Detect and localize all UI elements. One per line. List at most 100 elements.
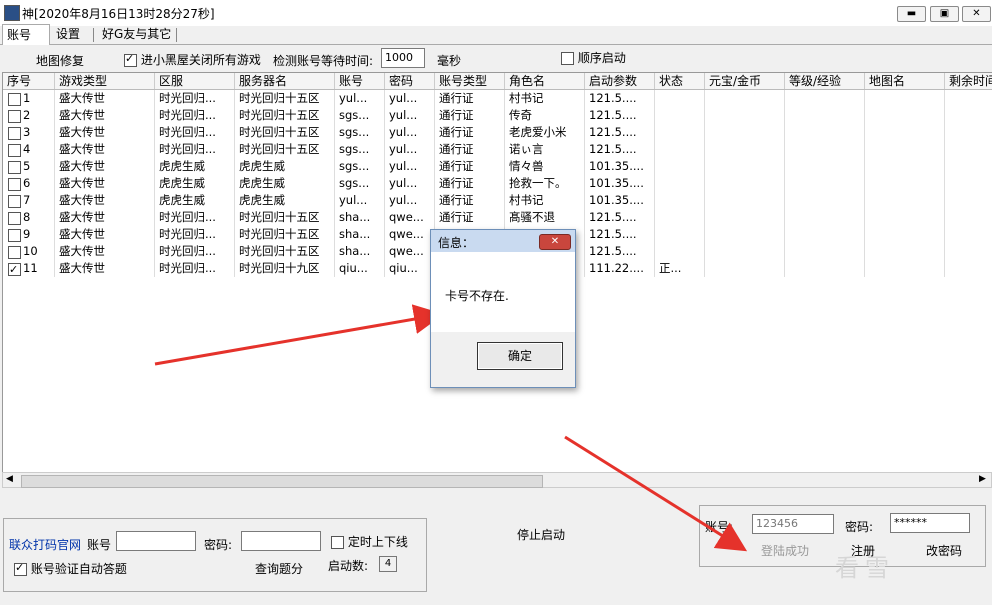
change-password-button[interactable]: 改密码 <box>926 542 962 559</box>
column-header[interactable]: 序号 <box>3 73 55 89</box>
table-cell: sgs... <box>335 124 385 141</box>
column-header[interactable]: 剩余时间 <box>945 73 992 89</box>
table-cell: 通行证 <box>435 107 505 124</box>
column-header[interactable]: 地图名 <box>865 73 945 89</box>
table-cell <box>705 260 785 277</box>
table-cell: 盛大传世 <box>55 90 155 107</box>
table-cell: 11 <box>3 260 55 277</box>
table-row[interactable]: 4 盛大传世 时光回归... 时光回归十五区 sgs... yul... 通行证 诺ぃ言 121… <box>3 141 992 158</box>
captcha-site-link[interactable]: 联众打码官网 <box>9 536 81 553</box>
row-checkbox[interactable] <box>8 127 21 140</box>
column-header[interactable]: 状态 <box>655 73 705 89</box>
map-repair-button[interactable]: 地图修复 <box>36 52 84 69</box>
table-row[interactable]: 5 盛大传世 虎虎生威 虎虎生威 sgs... yul... 通行证 情々兽 101.35...… <box>3 158 992 175</box>
sequential-launch-checkbox[interactable] <box>561 52 574 65</box>
app-icon <box>4 5 20 21</box>
captcha-account-input[interactable] <box>116 531 196 551</box>
scrollbar-thumb[interactable] <box>21 475 543 488</box>
row-checkbox[interactable] <box>8 178 21 191</box>
table-row[interactable]: 2 盛大传世 时光回归... 时光回归十五区 sgs... yul... 通行证 传奇 121.… <box>3 107 992 124</box>
table-cell: 盛大传世 <box>55 192 155 209</box>
table-row[interactable]: 6 盛大传世 虎虎生威 虎虎生威 sgs... yul... 通行证 抢救一下。 101.35.… <box>3 175 992 192</box>
row-number: 9 <box>23 227 31 241</box>
row-checkbox[interactable] <box>8 212 21 225</box>
row-checkbox[interactable] <box>8 195 21 208</box>
table-cell: qwe... <box>385 226 435 243</box>
row-checkbox[interactable] <box>8 93 21 106</box>
minimize-button[interactable]: ▬ <box>897 6 926 22</box>
column-header[interactable]: 等级/经验 <box>785 73 865 89</box>
timed-online-option[interactable]: 定时上下线 <box>331 533 408 550</box>
tab-account[interactable]: 账号 <box>2 24 50 45</box>
login-status-text: 登陆成功 <box>761 544 810 558</box>
tab-settings[interactable]: 设置 <box>52 24 84 44</box>
login-password-input[interactable]: ****** <box>890 513 970 533</box>
table-cell: 121.5.... <box>585 209 655 226</box>
table-cell: yul... <box>385 141 435 158</box>
auto-answer-option[interactable]: 账号验证自动答题 <box>14 560 127 577</box>
query-points-button[interactable]: 查询题分 <box>255 560 303 577</box>
dialog-close-button[interactable]: ✕ <box>539 234 571 250</box>
table-cell: 传奇 <box>505 107 585 124</box>
horizontal-scrollbar[interactable]: ◀ ▶ <box>2 472 992 488</box>
close-all-games-option[interactable]: 进小黑屋关闭所有游戏 <box>124 51 261 68</box>
stop-launch-button[interactable]: 停止启动 <box>517 526 565 543</box>
table-row[interactable]: 1 盛大传世 时光回归... 时光回归十五区 yul... yul... 通行证 村书记 121… <box>3 90 992 107</box>
row-checkbox[interactable] <box>8 161 21 174</box>
dialog-ok-button[interactable]: 确定 <box>477 342 563 370</box>
table-cell: 时光回归十五区 <box>235 90 335 107</box>
table-cell: 老虎爱小米 <box>505 124 585 141</box>
table-cell: 时光回归... <box>155 243 235 260</box>
table-cell <box>865 158 945 175</box>
column-header[interactable]: 游戏类型 <box>55 73 155 89</box>
tab-friends-other[interactable]: 好G友与其它 <box>98 24 175 44</box>
window-title: 神[2020年8月16日13时28分27秒] <box>22 7 215 21</box>
table-cell: sha... <box>335 209 385 226</box>
table-cell: 时光回归... <box>155 141 235 158</box>
column-header[interactable]: 账号 <box>335 73 385 89</box>
scroll-left-icon[interactable]: ◀ <box>6 474 13 484</box>
auto-answer-checkbox[interactable] <box>14 561 27 576</box>
login-account-input[interactable]: 123456 <box>752 514 834 534</box>
table-cell <box>655 124 705 141</box>
table-cell <box>865 90 945 107</box>
sequential-launch-option[interactable]: 顺序启动 <box>561 49 626 66</box>
table-cell <box>865 141 945 158</box>
column-header[interactable]: 密码 <box>385 73 435 89</box>
row-checkbox[interactable] <box>8 229 21 242</box>
column-header[interactable]: 角色名 <box>505 73 585 89</box>
column-header[interactable]: 账号类型 <box>435 73 505 89</box>
row-checkbox[interactable] <box>8 144 21 157</box>
table-cell <box>705 141 785 158</box>
dialog-message: 卡号不存在. <box>445 289 509 303</box>
captcha-password-input[interactable] <box>241 531 321 551</box>
close-all-games-label: 进小黑屋关闭所有游戏 <box>140 53 261 67</box>
row-checkbox[interactable] <box>8 246 21 259</box>
table-cell: 时光回归十九区 <box>235 260 335 277</box>
table-cell: 髙骚不退 <box>505 209 585 226</box>
table-cell <box>785 226 865 243</box>
column-header[interactable]: 启动参数 <box>585 73 655 89</box>
table-cell: sgs... <box>335 175 385 192</box>
table-cell: 2 <box>3 107 55 124</box>
table-row[interactable]: 3 盛大传世 时光回归... 时光回归十五区 sgs... yul... 通行证 老虎爱小米 1… <box>3 124 992 141</box>
table-cell <box>865 107 945 124</box>
row-checkbox[interactable] <box>8 110 21 123</box>
wait-time-input[interactable]: 1000 <box>381 48 425 68</box>
table-row[interactable]: 7 盛大传世 虎虎生威 虎虎生威 yul... yul... 通行证 村书记 101.35...… <box>3 192 992 209</box>
table-cell <box>705 243 785 260</box>
table-cell: 盛大传世 <box>55 243 155 260</box>
timed-online-checkbox[interactable] <box>331 536 344 549</box>
column-header[interactable]: 元宝/金币 <box>705 73 785 89</box>
table-cell: 抢救一下。 <box>505 175 585 192</box>
column-header[interactable]: 服务器名 <box>235 73 335 89</box>
close-all-games-checkbox[interactable] <box>124 52 137 67</box>
table-cell <box>945 175 992 192</box>
row-checkbox[interactable] <box>8 261 21 277</box>
table-cell: 111.22.... <box>585 260 655 277</box>
scroll-right-icon[interactable]: ▶ <box>979 474 986 484</box>
maximize-button[interactable]: ▣ <box>930 6 959 22</box>
column-header[interactable]: 区服 <box>155 73 235 89</box>
close-button[interactable]: ✕ <box>962 6 991 22</box>
table-row[interactable]: 8 盛大传世 时光回归... 时光回归十五区 sha... qwe... 通行证 髙骚不退 12… <box>3 209 992 226</box>
